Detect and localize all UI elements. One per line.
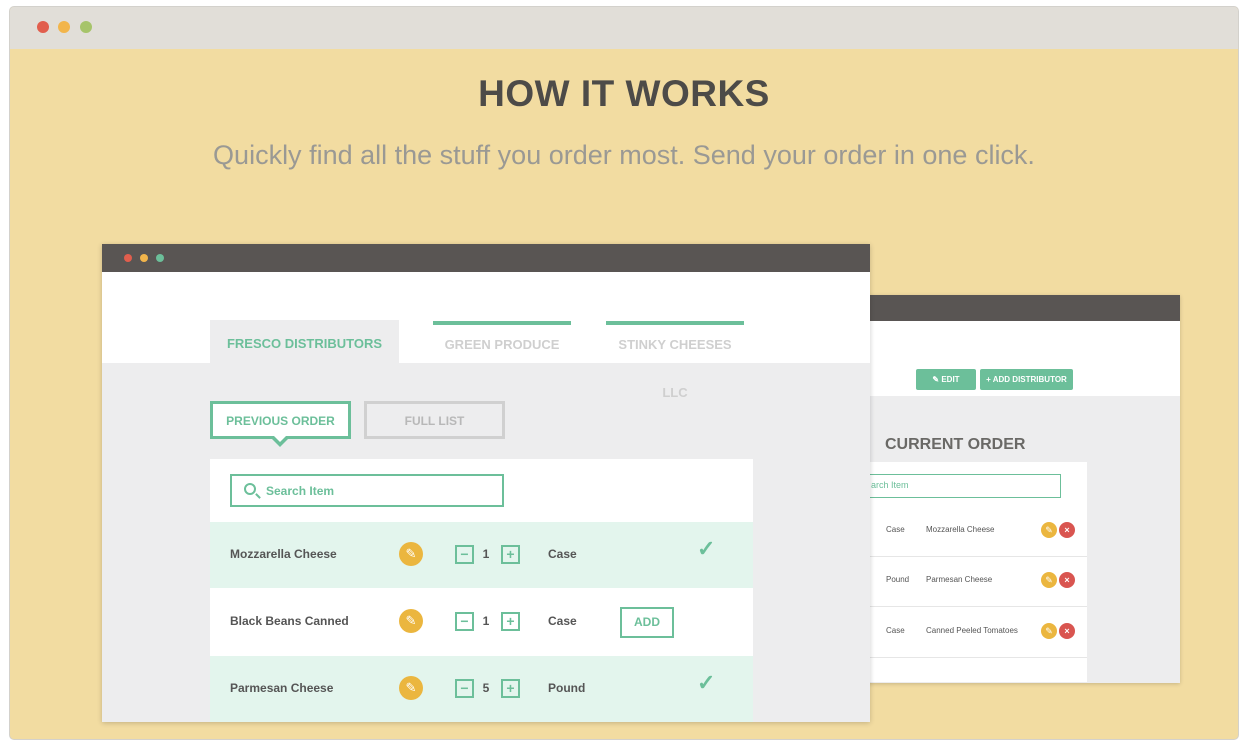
page-subtitle: Quickly find all the stuff you order mos… <box>213 140 1035 170</box>
item-row: Mozzarella Cheese ✎ − 1 + Case ✓ <box>210 522 753 588</box>
order-item-row: Case Canned Peeled Tomatoes ✎ × <box>868 608 1087 658</box>
plus-icon[interactable]: + <box>501 612 520 631</box>
back-app-window: ✎ EDIT + ADD DISTRIBUTOR CURRENT ORDER a… <box>868 295 1180 683</box>
item-row: Black Beans Canned ✎ − 1 + Case ADD <box>210 589 753 655</box>
add-item-button[interactable]: ADD <box>620 607 674 638</box>
search-placeholder: Search Item <box>266 484 335 498</box>
minimize-dot-icon[interactable] <box>140 254 148 262</box>
page-title: HOW IT WORKS <box>478 73 770 114</box>
order-item-unit: Case <box>886 626 905 635</box>
delete-icon[interactable]: × <box>1059 572 1075 588</box>
maximize-dot-icon[interactable] <box>156 254 164 262</box>
item-name: Black Beans Canned <box>230 614 349 628</box>
plus-icon[interactable]: + <box>501 679 520 698</box>
item-row: Parmesan Cheese ✎ − 5 + Pound ✓ <box>210 656 753 722</box>
tab-stinky-cheeses[interactable]: STINKY CHEESES LLC <box>606 321 744 400</box>
close-dot-icon[interactable] <box>37 21 49 33</box>
full-list-tab[interactable]: FULL LIST <box>364 401 505 439</box>
pencil-icon[interactable]: ✎ <box>399 676 423 700</box>
order-item-name: Parmesan Cheese <box>926 575 993 584</box>
minus-icon[interactable]: − <box>455 545 474 564</box>
item-quantity: 1 <box>482 614 490 628</box>
search-icon <box>244 483 256 495</box>
order-item-unit: Pound <box>886 575 910 584</box>
order-item-row: Case Mozzarella Cheese ✎ × <box>868 507 1087 557</box>
tab-green-produce[interactable]: GREEN PRODUCE <box>433 321 571 361</box>
current-order-list: arch Item Case Mozzarella Cheese ✎ × Pou… <box>868 462 1087 682</box>
item-quantity: 5 <box>482 681 490 695</box>
pointer-inner <box>274 436 286 442</box>
tab-fresco-distributors[interactable]: FRESCO DISTRIBUTORS <box>210 320 399 364</box>
order-item-row: Pound Parmesan Cheese ✎ × <box>868 557 1087 607</box>
maximize-dot-icon[interactable] <box>80 21 92 33</box>
current-order-title: CURRENT ORDER <box>885 436 1026 453</box>
item-unit: Case <box>548 547 577 561</box>
plus-icon[interactable]: + <box>501 545 520 564</box>
previous-order-tab[interactable]: PREVIOUS ORDER <box>210 401 351 447</box>
item-list-panel: Search Item Mozzarella Cheese ✎ − 1 + Ca… <box>210 459 753 722</box>
order-item-unit: Case <box>886 525 905 534</box>
front-window-titlebar <box>102 244 870 272</box>
edit-button[interactable]: ✎ EDIT <box>916 369 976 390</box>
check-icon: ✓ <box>697 536 716 561</box>
browser-window: HOW IT WORKS Quickly find all the stuff … <box>9 6 1239 740</box>
add-distributor-button[interactable]: + ADD DISTRIBUTOR <box>980 369 1073 390</box>
current-order-search-input[interactable]: arch Item <box>868 474 1061 498</box>
item-unit: Pound <box>548 681 586 695</box>
minus-icon[interactable]: − <box>455 679 474 698</box>
front-app-window: FRESCO DISTRIBUTORS GREEN PRODUCE STINKY… <box>102 244 870 722</box>
minus-icon[interactable]: − <box>455 612 474 631</box>
order-item-name: Mozzarella Cheese <box>926 525 995 534</box>
item-quantity: 1 <box>482 547 490 561</box>
pencil-icon[interactable]: ✎ <box>1041 522 1057 538</box>
search-input[interactable]: Search Item <box>230 474 504 507</box>
check-icon: ✓ <box>697 670 716 695</box>
item-name: Mozzarella Cheese <box>230 547 337 561</box>
close-dot-icon[interactable] <box>124 254 132 262</box>
delete-icon[interactable]: × <box>1059 522 1075 538</box>
order-item-name: Canned Peeled Tomatoes <box>926 626 1018 635</box>
minimize-dot-icon[interactable] <box>58 21 70 33</box>
pencil-icon[interactable]: ✎ <box>1041 623 1057 639</box>
pencil-icon[interactable]: ✎ <box>1041 572 1057 588</box>
item-name: Parmesan Cheese <box>230 681 334 695</box>
browser-titlebar <box>10 7 1238 49</box>
delete-icon[interactable]: × <box>1059 623 1075 639</box>
back-window-titlebar <box>868 295 1180 321</box>
pencil-icon[interactable]: ✎ <box>399 609 423 633</box>
pencil-icon[interactable]: ✎ <box>399 542 423 566</box>
item-unit: Case <box>548 614 577 628</box>
previous-order-label: PREVIOUS ORDER <box>226 414 335 428</box>
